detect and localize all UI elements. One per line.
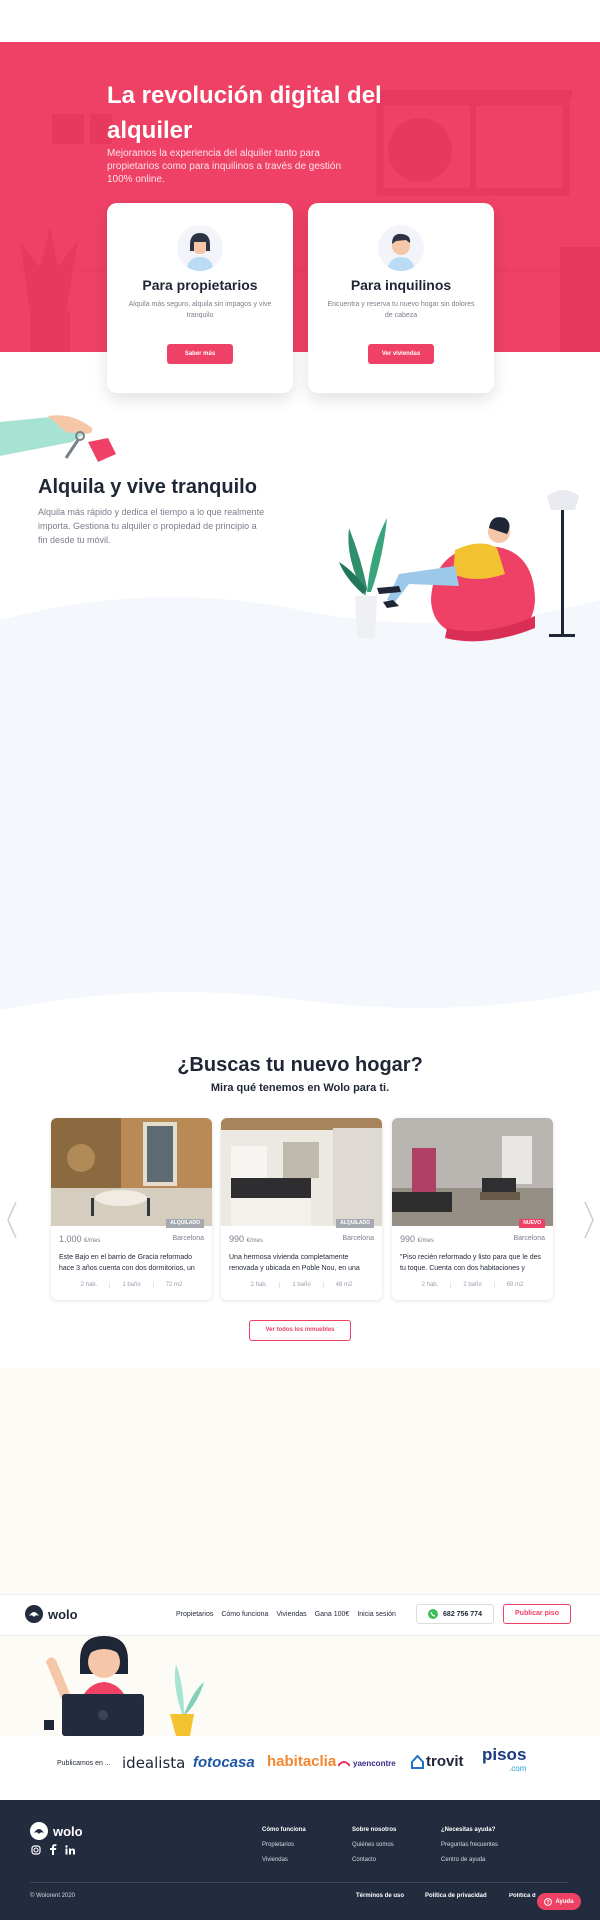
hero-subtitle: Mejoramos la experiencia del alquiler ta… bbox=[107, 148, 342, 185]
wolo-logo[interactable]: wolo bbox=[25, 1605, 78, 1623]
tenants-card-text: Encuentra y reserva tu nuevo hogar sin d… bbox=[327, 301, 475, 319]
view-all-listings-button[interactable]: Ver todos los inmuebles bbox=[249, 1320, 351, 1341]
help-button[interactable]: ? Ayuda bbox=[537, 1893, 581, 1910]
listing-city: Barcelona bbox=[172, 1235, 204, 1242]
pisos-logo[interactable]: pisos .com bbox=[482, 1746, 526, 1776]
footer-col-about: Sobre nosotros Quiénes somos Contacto bbox=[352, 1823, 396, 1868]
svg-text:?: ? bbox=[547, 1900, 550, 1906]
owners-card-title: Para propietarios bbox=[142, 277, 258, 293]
nav-link-owners[interactable]: Propietarios bbox=[176, 1608, 213, 1622]
fotocasa-logo[interactable]: fotocasa bbox=[193, 1754, 255, 1771]
footer-link[interactable]: Contacto bbox=[352, 1853, 396, 1868]
linkedin-icon[interactable] bbox=[65, 1844, 75, 1855]
footer-col-how-it-works: Cómo funciona Propietarios Viviendas bbox=[262, 1823, 306, 1868]
status-badge: ALQUILADO bbox=[336, 1219, 374, 1228]
listings-title: ¿Buscas tu nuevo hogar? bbox=[177, 1054, 423, 1076]
tenants-card-title: Para inquilinos bbox=[350, 277, 452, 293]
nav-link-login[interactable]: Inicia sesión bbox=[357, 1608, 396, 1622]
listing-price: 990 €/mes bbox=[229, 1234, 263, 1244]
footer-col-title: ¿Necesitas ayuda? bbox=[441, 1827, 496, 1833]
listing-features: 2 hab. 1 baño 72 m2 bbox=[80, 1282, 183, 1288]
listings-subtitle: Mira qué tenemos en Wolo para ti. bbox=[210, 1082, 390, 1094]
publish-property-button[interactable]: Publicar piso bbox=[503, 1604, 571, 1624]
listing-card[interactable]: ALQUILADO 1.000 €/mes Barcelona Este Baj… bbox=[51, 1118, 212, 1300]
listing-price: 1.000 €/mes bbox=[59, 1234, 101, 1244]
trovit-house-icon bbox=[411, 1754, 424, 1769]
cookies-link[interactable]: Política d bbox=[509, 1893, 537, 1899]
habitaclia-logo[interactable]: habitaclia bbox=[267, 1753, 336, 1770]
tenants-view-button[interactable]: Ver viviendas bbox=[368, 344, 434, 364]
instagram-icon[interactable] bbox=[31, 1844, 41, 1855]
listing-description: Este Bajo en el barrio de Gracia reforma… bbox=[59, 1254, 195, 1272]
nav-link-how-it-works[interactable]: Cómo funciona bbox=[221, 1608, 268, 1622]
listing-city: Barcelona bbox=[342, 1235, 374, 1242]
idealista-logo[interactable]: idealista bbox=[122, 1754, 185, 1772]
owners-card-text: Alquila más seguro, alquila sin impagos … bbox=[128, 301, 272, 319]
listing-card[interactable]: NUEVO 990 €/mes Barcelona "Piso recién r… bbox=[392, 1118, 553, 1300]
section-title: Alquila y vive tranquilo bbox=[38, 476, 257, 498]
status-badge: NUEVO bbox=[519, 1219, 545, 1228]
footer-link[interactable]: Quiénes somos bbox=[352, 1838, 396, 1853]
hand-keys-illustration bbox=[0, 415, 116, 462]
section-text: Alquila más rápido y dedica el tiempo a … bbox=[38, 507, 265, 545]
copyright: © Wolorent 2020 bbox=[30, 1893, 76, 1899]
carousel-next-icon[interactable] bbox=[583, 1200, 595, 1240]
footer-col-title: Cómo funciona bbox=[262, 1827, 306, 1833]
nav-link-earn[interactable]: Gana 100€ bbox=[315, 1608, 350, 1622]
social-links bbox=[31, 1844, 75, 1855]
footer-link[interactable]: Preguntas frecuentes bbox=[441, 1838, 498, 1853]
carousel-prev-icon[interactable] bbox=[6, 1200, 18, 1240]
whatsapp-icon bbox=[428, 1609, 439, 1619]
status-badge: ALQUILADO bbox=[166, 1219, 204, 1228]
listing-features: 2 hab. 1 baño 48 m2 bbox=[250, 1282, 353, 1288]
nav-links: Propietarios Cómo funciona Viviendas Gan… bbox=[176, 1608, 396, 1622]
trovit-logo[interactable]: trovit bbox=[411, 1753, 464, 1770]
woman-avatar-icon bbox=[177, 225, 223, 271]
footer-link[interactable]: Viviendas bbox=[262, 1853, 306, 1868]
listing-photo bbox=[51, 1118, 212, 1226]
listing-photo bbox=[221, 1118, 382, 1226]
listing-card[interactable]: ALQUILADO 990 €/mes Barcelona Una hermos… bbox=[221, 1118, 382, 1300]
yaencontre-logo[interactable]: yaencontre bbox=[338, 1759, 396, 1768]
relaxing-man-illustration bbox=[339, 490, 579, 642]
footer-link[interactable]: Propietarios bbox=[262, 1838, 306, 1853]
listing-city: Barcelona bbox=[513, 1235, 545, 1242]
phone-button[interactable]: 682 756 774 bbox=[416, 1604, 494, 1624]
tenants-card: Para inquilinos Encuentra y reserva tu n… bbox=[308, 203, 494, 393]
privacy-link[interactable]: Política de privacidad bbox=[425, 1893, 487, 1899]
portals-label: Publicamos en ... bbox=[57, 1760, 111, 1767]
owners-more-button[interactable]: Saber más bbox=[167, 344, 233, 364]
yaencontre-mark-icon bbox=[338, 1760, 350, 1767]
footer-link[interactable]: Centro de ayuda bbox=[441, 1853, 498, 1868]
owners-card: Para propietarios Alquila más seguro, al… bbox=[107, 203, 293, 393]
hero-title: La revolución digital del alquiler bbox=[107, 82, 382, 144]
listing-description: "Piso recién reformado y listo para que … bbox=[400, 1254, 542, 1272]
listing-price: 990 €/mes bbox=[400, 1234, 434, 1244]
question-icon: ? bbox=[544, 1897, 553, 1906]
listing-features: 2 hab. 2 baño 69 m2 bbox=[421, 1282, 524, 1288]
terms-link[interactable]: Términos de uso bbox=[356, 1893, 404, 1899]
listing-photo bbox=[392, 1118, 553, 1226]
facebook-icon[interactable] bbox=[49, 1844, 57, 1855]
nav-link-homes[interactable]: Viviendas bbox=[276, 1608, 306, 1622]
footer-col-title: Sobre nosotros bbox=[352, 1827, 397, 1833]
footer-col-help: ¿Necesitas ayuda? Preguntas frecuentes C… bbox=[441, 1823, 498, 1868]
footer-logo[interactable]: wolo bbox=[30, 1822, 83, 1840]
footer-divider bbox=[30, 1882, 568, 1883]
listing-description: Una hermosa vivienda completamente renov… bbox=[229, 1254, 360, 1272]
girl-laptop-illustration bbox=[44, 1636, 204, 1736]
wolo-logo-icon bbox=[30, 1822, 48, 1840]
wolo-logo-icon bbox=[25, 1605, 43, 1623]
man-avatar-icon bbox=[378, 225, 424, 271]
